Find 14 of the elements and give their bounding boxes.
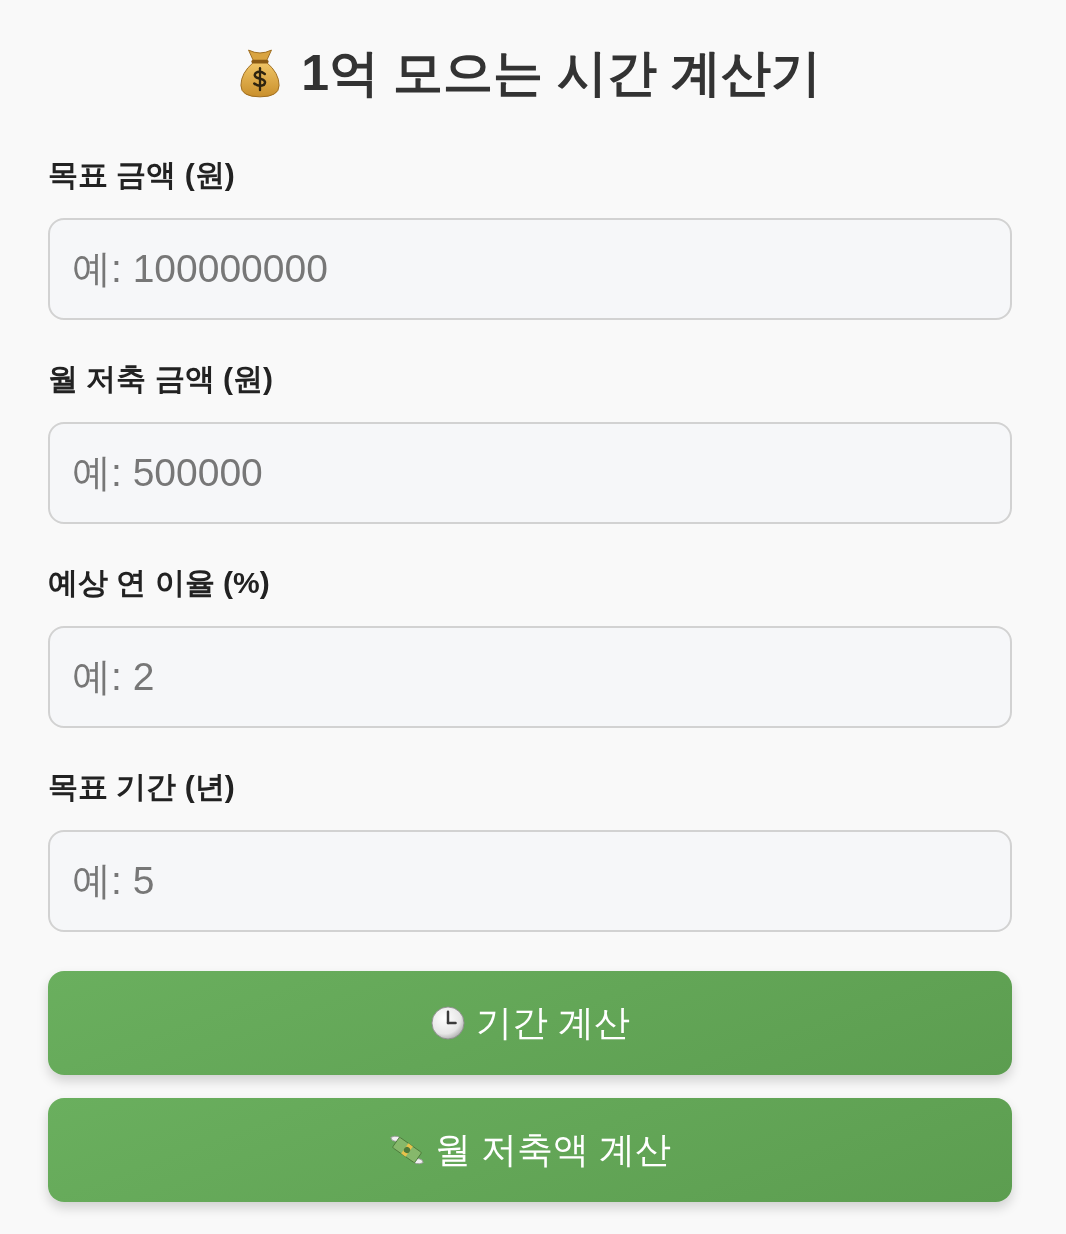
input-field[interactable]: 예: 100000000	[48, 218, 1012, 320]
field-label: 목표 기간 (년)	[48, 769, 235, 805]
input-field[interactable]: 예: 500000	[48, 422, 1012, 524]
calculate-button[interactable]: 월 저축액 계산	[48, 1098, 1012, 1202]
field-label: 월 저축 금액 (원)	[48, 361, 273, 397]
flying-money-icon	[389, 1133, 425, 1167]
field-label: 목표 금액 (원)	[48, 157, 235, 193]
input-field[interactable]: 예: 5	[48, 830, 1012, 932]
field-label: 예상 연 이율 (%)	[48, 565, 270, 601]
money-bag-icon	[239, 48, 282, 98]
clock-icon	[430, 1006, 466, 1040]
input-field[interactable]: 예: 2	[48, 626, 1012, 728]
calculate-button[interactable]: 기간 계산	[48, 971, 1012, 1075]
page-title: 1억 모으는 시간 계산기	[301, 44, 821, 103]
